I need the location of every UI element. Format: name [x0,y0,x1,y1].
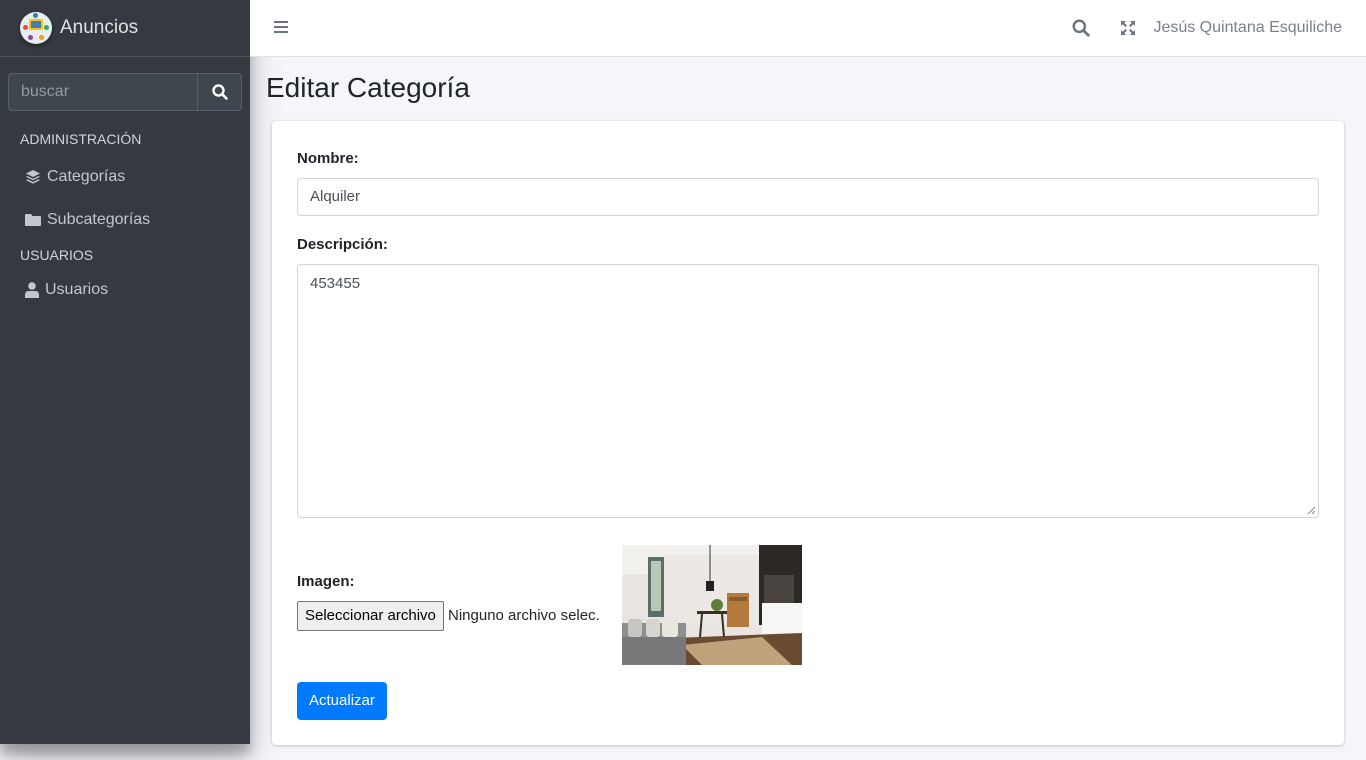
top-navbar: Jesús Quintana Esquiliche [250,0,1366,57]
user-icon [25,282,39,298]
sidebar-item-subcategorias[interactable]: Subcategorías [8,201,242,239]
update-button[interactable]: Actualizar [297,682,387,720]
sidebar-item-usuarios[interactable]: Usuarios [8,271,242,309]
description-value: 453455 [310,275,361,292]
sidebar-item-label: Categorías [47,168,126,185]
navbar-search-button[interactable] [1072,19,1090,42]
nav-header-usuarios: USUARIOS [20,247,94,263]
page-title: Editar Categoría [266,72,470,103]
name-input[interactable]: Alquiler [297,178,1319,216]
hamburger-icon [274,21,288,33]
file-status-text: Ninguno archivo selec. [448,607,600,624]
sidebar-search-input[interactable] [8,73,197,111]
sidebar: Anuncios ADMINISTRACIÓN Categorías [0,0,250,744]
layers-icon [26,170,40,184]
brand-logo [20,12,52,44]
sidebar-item-label: Subcategorías [47,211,151,228]
category-image-preview [622,545,802,665]
expand-icon [1121,21,1135,35]
sidebar-search [8,73,242,111]
search-icon [211,84,228,100]
fullscreen-button[interactable] [1120,20,1136,41]
brand-link[interactable]: Anuncios [0,0,250,57]
resize-handle-icon[interactable] [1307,506,1316,515]
user-name-link[interactable]: Jesús Quintana Esquiliche [1153,19,1342,37]
description-label: Descripción: [297,236,388,253]
search-icon [1072,19,1090,37]
sidebar-search-button[interactable] [197,73,242,111]
name-label: Nombre: [297,150,359,167]
nav-header-administracion: ADMINISTRACIÓN [20,131,142,147]
choose-file-button[interactable]: Seleccionar archivo [297,601,444,631]
sidebar-toggle-button[interactable] [274,20,288,39]
sidebar-item-label: Usuarios [45,281,109,298]
edit-category-card: Nombre: Alquiler Descripción: 453455 Ima… [272,121,1344,745]
sidebar-item-categorias[interactable]: Categorías [8,158,242,196]
folder-icon [25,214,41,226]
brand-title: Anuncios [60,17,139,38]
description-textarea[interactable]: 453455 [297,264,1319,518]
image-label: Imagen: [297,573,355,590]
